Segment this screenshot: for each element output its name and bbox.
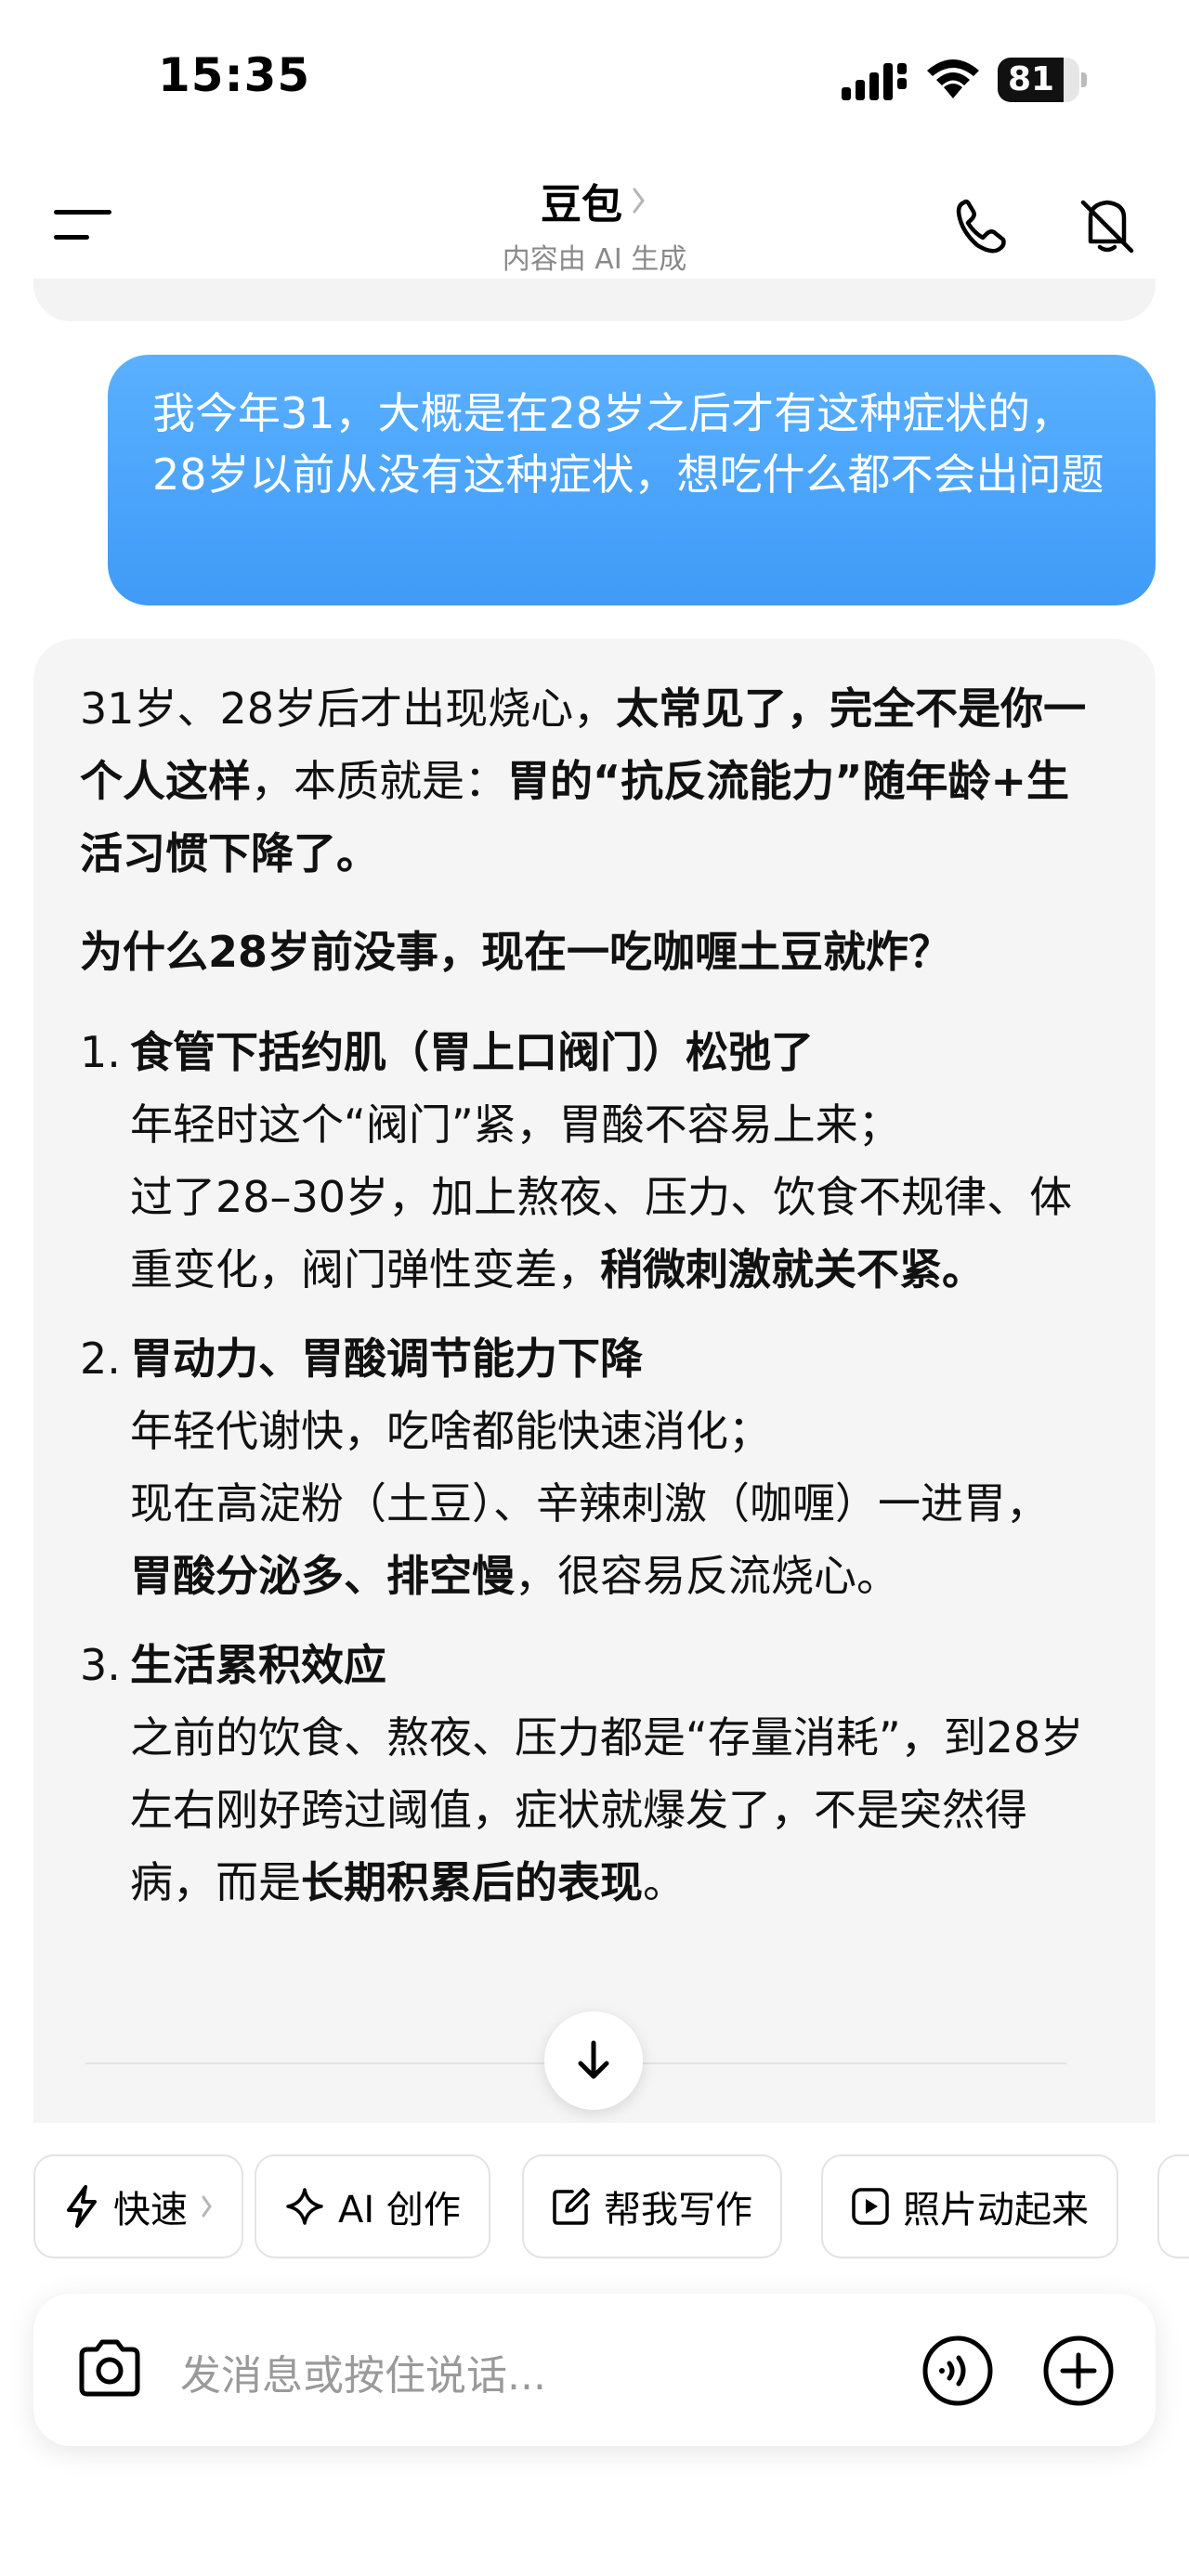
user-message-bubble[interactable]: 我今年31，大概是在28岁之后才有这种症状的，28岁以前从没有这种症状，想吃什么… xyxy=(108,355,1156,605)
camera-icon[interactable] xyxy=(74,2336,145,2401)
ai-response-card[interactable]: 31岁、28岁后才出现烧心，太常见了，完全不是你一个人这样，本质就是：胃的“抗反… xyxy=(33,639,1156,2125)
battery-level: 81 xyxy=(1007,60,1055,98)
bot-name: 豆包 xyxy=(541,181,622,228)
voice-icon[interactable] xyxy=(921,2335,994,2407)
list-item-line: 年轻代谢快，吃啥都能快速消化； xyxy=(130,1406,771,1456)
quick-action-label: 快速 xyxy=(113,2189,188,2231)
quick-action-label: 帮我写作 xyxy=(604,2189,752,2231)
message-input[interactable]: 发消息或按住说话... xyxy=(180,2342,546,2401)
chevron-right-icon xyxy=(202,2195,212,2218)
intro-mid-text: ，本质就是： xyxy=(251,756,507,806)
list-item: 1. 食管下括约肌（胃上口阀门）松弛了 年轻时这个“阀门”紧，胃酸不容易上来； 过… xyxy=(80,1016,1109,1306)
list-item-line: 现在高淀粉（土豆）、辛辣刺激（咖喱）一进胃， xyxy=(130,1478,1049,1529)
message-input-bar[interactable]: 发消息或按住说话... xyxy=(33,2294,1156,2446)
list-item: 3. 生活累积效应 之前的饮食、熬夜、压力都是“存量消耗”，到28岁左右刚好跨过阈… xyxy=(80,1629,1109,1919)
ai-generated-note: 内容由 AI 生成 xyxy=(502,243,687,276)
quick-action-fast[interactable]: 快速 xyxy=(33,2154,243,2258)
bot-name-button[interactable]: 豆包 xyxy=(0,171,1189,230)
phone-icon[interactable] xyxy=(951,197,1011,256)
list-item-title: 胃动力、胃酸调节能力下降 xyxy=(130,1334,643,1384)
ai-intro-paragraph: 31岁、28岁后才出现烧心，太常见了，完全不是你一个人这样，本质就是：胃的“抗反… xyxy=(80,672,1109,890)
edit-icon xyxy=(553,2188,590,2225)
quick-action-label: AI 创作 xyxy=(338,2189,461,2231)
list-item-title: 食管下括约肌（胃上口阀门）松弛了 xyxy=(130,1027,814,1077)
quick-action-animate-photo[interactable]: 照片动起来 xyxy=(821,2154,1118,2258)
list-item-bold-text: 长期积累后的表现 xyxy=(301,1857,643,1907)
list-item: 2. 胃动力、胃酸调节能力下降 年轻代谢快，吃啥都能快速消化； 现在高淀粉（土豆）… xyxy=(80,1322,1109,1612)
list-item-text: 。 xyxy=(643,1857,686,1907)
wifi-icon xyxy=(927,59,979,98)
list-item-bold-text: 胃酸分泌多、排空慢 xyxy=(130,1551,515,1601)
arrow-down-icon xyxy=(578,2040,609,2079)
status-bar: 15:35 81 xyxy=(0,0,1189,158)
list-item-line: 胃酸分泌多、排空慢，很容易反流烧心。 xyxy=(130,1540,1109,1612)
play-icon xyxy=(852,2188,889,2225)
list-item-line: 过了28–30岁，加上熬夜、压力、饮食不规律、体重变化，阀门弹性变差，稍微刺激就… xyxy=(130,1161,1109,1306)
list-item-text: ，很容易反流烧心。 xyxy=(515,1551,899,1601)
intro-text: 31岁、28岁后才出现烧心， xyxy=(80,683,617,734)
list-number: 2. xyxy=(80,1334,121,1384)
chat-header: 豆包 内容由 AI 生成 xyxy=(0,158,1189,288)
status-time: 15:35 xyxy=(158,48,311,102)
lightning-icon xyxy=(67,2185,97,2228)
scroll-to-bottom-button[interactable] xyxy=(544,2011,643,2110)
speaker-mute-icon[interactable] xyxy=(1078,195,1137,256)
section-heading: 为什么28岁前没事，现在一吃咖喱土豆就炸？ xyxy=(80,927,952,977)
sparkle-icon xyxy=(286,2188,323,2225)
list-number: 1. xyxy=(80,1027,121,1077)
list-item-line: 之前的饮食、熬夜、压力都是“存量消耗”，到28岁左右刚好跨过阈值，症状就爆发了，… xyxy=(130,1701,1109,1919)
list-item-bold-text: 稍微刺激就关不紧。 xyxy=(600,1244,985,1295)
list-item-line: 年轻时这个“阀门”紧，胃酸不容易上来； xyxy=(130,1099,901,1150)
quick-action-ai-create[interactable]: AI 创作 xyxy=(255,2154,490,2258)
plus-icon[interactable] xyxy=(1042,2335,1115,2407)
list-item-title: 生活累积效应 xyxy=(130,1640,386,1690)
battery-icon: 81 xyxy=(998,58,1087,102)
previous-message-bubble xyxy=(33,279,1156,321)
list-number: 3. xyxy=(80,1640,121,1690)
quick-action-more[interactable] xyxy=(1157,2154,1189,2258)
chevron-right-icon xyxy=(633,188,645,214)
quick-action-help-write[interactable]: 帮我写作 xyxy=(522,2154,782,2258)
signal-icon xyxy=(842,63,907,100)
quick-actions-bar: 快速 AI 创作 帮我写作 照片动起来 xyxy=(0,2123,1189,2275)
user-message-text: 我今年31，大概是在28岁之后才有这种症状的，28岁以前从没有这种症状，想吃什么… xyxy=(152,388,1104,500)
quick-action-label: 照片动起来 xyxy=(903,2189,1089,2231)
